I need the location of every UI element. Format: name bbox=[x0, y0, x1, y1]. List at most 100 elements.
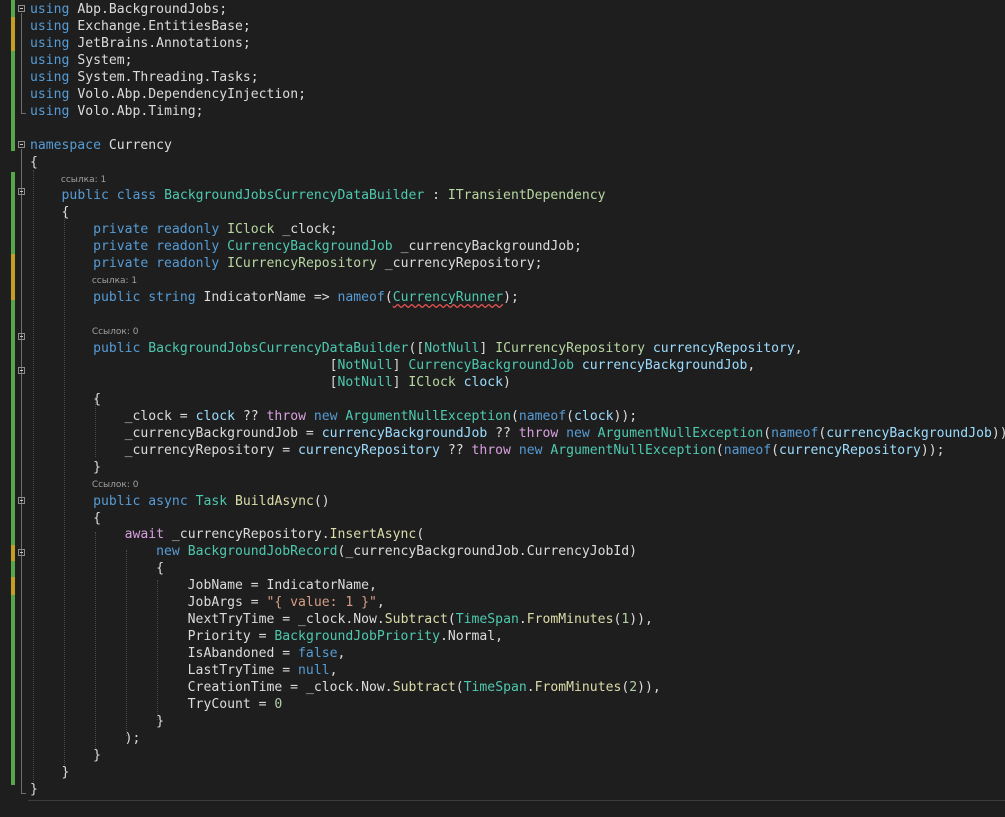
text bbox=[148, 222, 156, 237]
namespace-part: BackgroundJobs bbox=[108, 2, 220, 17]
code-line[interactable]: } bbox=[30, 459, 101, 476]
punctuation: ( bbox=[510, 408, 519, 424]
code-line[interactable]: TryCount = 0 bbox=[30, 696, 283, 713]
code-line[interactable]: [NotNull] IClock clock) bbox=[30, 374, 511, 391]
code-line[interactable]: using JetBrains.Annotations; bbox=[30, 35, 251, 52]
code-line[interactable]: _currencyRepository = currencyRepository… bbox=[30, 442, 945, 459]
keyword: readonly bbox=[156, 239, 220, 255]
text bbox=[645, 341, 653, 356]
method-name: BuildAsync bbox=[235, 493, 314, 509]
code-line[interactable]: } bbox=[30, 747, 101, 764]
code-line[interactable]: { bbox=[30, 204, 70, 221]
code-line[interactable]: LastTryTime = null, bbox=[30, 662, 338, 679]
code-line[interactable]: new BackgroundJobRecord(_currencyBackgro… bbox=[30, 543, 637, 560]
code-line[interactable]: } bbox=[30, 781, 38, 798]
code-line[interactable]: using Volo.Abp.Timing; bbox=[30, 103, 204, 120]
property: JobArgs bbox=[187, 595, 243, 611]
text: = bbox=[274, 646, 299, 662]
code-line[interactable]: JobName = IndicatorName, bbox=[30, 577, 377, 594]
namespace-part: Currency bbox=[108, 137, 172, 153]
code-line[interactable]: } bbox=[30, 713, 164, 730]
punctuation: . bbox=[148, 35, 157, 51]
text bbox=[30, 646, 188, 661]
keyword: private bbox=[93, 256, 149, 272]
code-line[interactable]: private readonly ICurrencyRepository _cu… bbox=[30, 255, 542, 272]
string-literal: "{ value: 1 }" bbox=[266, 595, 377, 611]
keyword: using bbox=[30, 86, 70, 102]
code-line[interactable]: ); bbox=[30, 730, 141, 747]
text bbox=[30, 612, 188, 627]
code-line[interactable]: JobArgs = "{ value: 1 }", bbox=[30, 594, 385, 611]
code-line[interactable]: } bbox=[30, 764, 70, 781]
parameter: currencyRepository bbox=[298, 442, 440, 458]
text bbox=[590, 426, 598, 441]
code-line[interactable]: using System.Threading.Tasks; bbox=[30, 69, 259, 86]
code-line[interactable]: { bbox=[30, 391, 101, 408]
text bbox=[164, 527, 172, 542]
code-lens-references[interactable]: ссылка: 1 bbox=[92, 275, 137, 287]
code-line[interactable]: public class BackgroundJobsCurrencyDataB… bbox=[30, 187, 606, 204]
namespace-part: Abp bbox=[77, 2, 101, 17]
code-line[interactable]: Priority = BackgroundJobPriority.Normal, bbox=[30, 628, 503, 645]
text bbox=[377, 256, 385, 271]
code-line[interactable]: public string IndicatorName => nameof(Cu… bbox=[30, 289, 519, 306]
keyword: class bbox=[116, 188, 157, 204]
code-line[interactable]: { bbox=[30, 560, 164, 577]
code-line[interactable]: using Exchange.EntitiesBase; bbox=[30, 18, 251, 35]
field: _currencyRepository bbox=[384, 256, 535, 272]
keyword: private bbox=[93, 222, 149, 238]
code-line[interactable]: public BackgroundJobsCurrencyDataBuilder… bbox=[30, 340, 803, 357]
control-keyword: throw bbox=[518, 425, 559, 441]
text: = bbox=[250, 696, 275, 712]
code-line[interactable]: await _currencyRepository.InsertAsync( bbox=[30, 526, 425, 543]
code-editor[interactable]: using Abp.BackgroundJobs; using Exchange.… bbox=[0, 0, 1005, 817]
code-line[interactable]: using Abp.BackgroundJobs; bbox=[30, 1, 227, 18]
punctuation: } bbox=[156, 713, 165, 729]
text bbox=[393, 239, 401, 254]
text bbox=[30, 341, 93, 356]
punctuation: () bbox=[313, 493, 330, 509]
code-line[interactable]: { bbox=[30, 154, 38, 171]
code-line[interactable]: { bbox=[30, 510, 101, 527]
code-line[interactable]: public async Task BuildAsync() bbox=[30, 493, 330, 510]
keyword: readonly bbox=[156, 222, 220, 238]
punctuation: ) bbox=[629, 544, 638, 560]
punctuation: , bbox=[495, 629, 504, 645]
code-line[interactable]: namespace Currency bbox=[30, 137, 172, 154]
keyword: public bbox=[93, 290, 141, 306]
code-line[interactable]: CreationTime = _clock.Now.Subtract(TimeS… bbox=[30, 679, 661, 696]
code-lens-references[interactable]: Ссылок: 0 bbox=[92, 479, 139, 491]
text bbox=[30, 188, 62, 203]
type-name: TimeSpan bbox=[455, 612, 519, 628]
text bbox=[30, 426, 125, 441]
code-line[interactable]: private readonly IClock _clock; bbox=[30, 221, 337, 238]
namespace-part: DependencyInjection bbox=[148, 86, 299, 102]
code-line[interactable]: using Volo.Abp.DependencyInjection; bbox=[30, 86, 306, 103]
method-name: FromMinutes bbox=[526, 612, 614, 628]
punctuation: . bbox=[518, 612, 527, 628]
text bbox=[219, 256, 227, 271]
code-line[interactable]: [NotNull] CurrencyBackgroundJob currency… bbox=[30, 357, 756, 374]
text: = bbox=[298, 425, 322, 441]
code-line[interactable]: IsAbandoned = false, bbox=[30, 645, 346, 662]
text bbox=[30, 239, 93, 254]
keyword: async bbox=[148, 493, 188, 509]
code-lens-references[interactable]: ссылка: 1 bbox=[61, 174, 106, 186]
punctuation: { bbox=[156, 561, 165, 577]
code-line[interactable]: _currencyBackgroundJob = currencyBackgro… bbox=[30, 425, 1005, 442]
punctuation: , bbox=[376, 595, 385, 611]
text: ?? bbox=[487, 425, 519, 441]
code-lines[interactable]: using Abp.BackgroundJobs; using Exchange.… bbox=[0, 0, 1005, 817]
keyword: using bbox=[30, 18, 70, 34]
code-lens-references[interactable]: Ссылок: 0 bbox=[92, 326, 139, 338]
code-line[interactable]: NextTryTime = _clock.Now.Subtract(TimeSp… bbox=[30, 611, 653, 628]
code-line[interactable]: private readonly CurrencyBackgroundJob _… bbox=[30, 238, 582, 255]
punctuation: . bbox=[321, 527, 330, 543]
editor-bottom-border bbox=[28, 800, 1005, 801]
text bbox=[109, 188, 117, 203]
punctuation: ( bbox=[455, 680, 464, 695]
code-line[interactable]: _clock = clock ?? throw new ArgumentNull… bbox=[30, 408, 638, 425]
code-line[interactable]: using System; bbox=[30, 52, 133, 69]
punctuation: ([ bbox=[408, 341, 425, 356]
punctuation: ( bbox=[416, 527, 425, 543]
